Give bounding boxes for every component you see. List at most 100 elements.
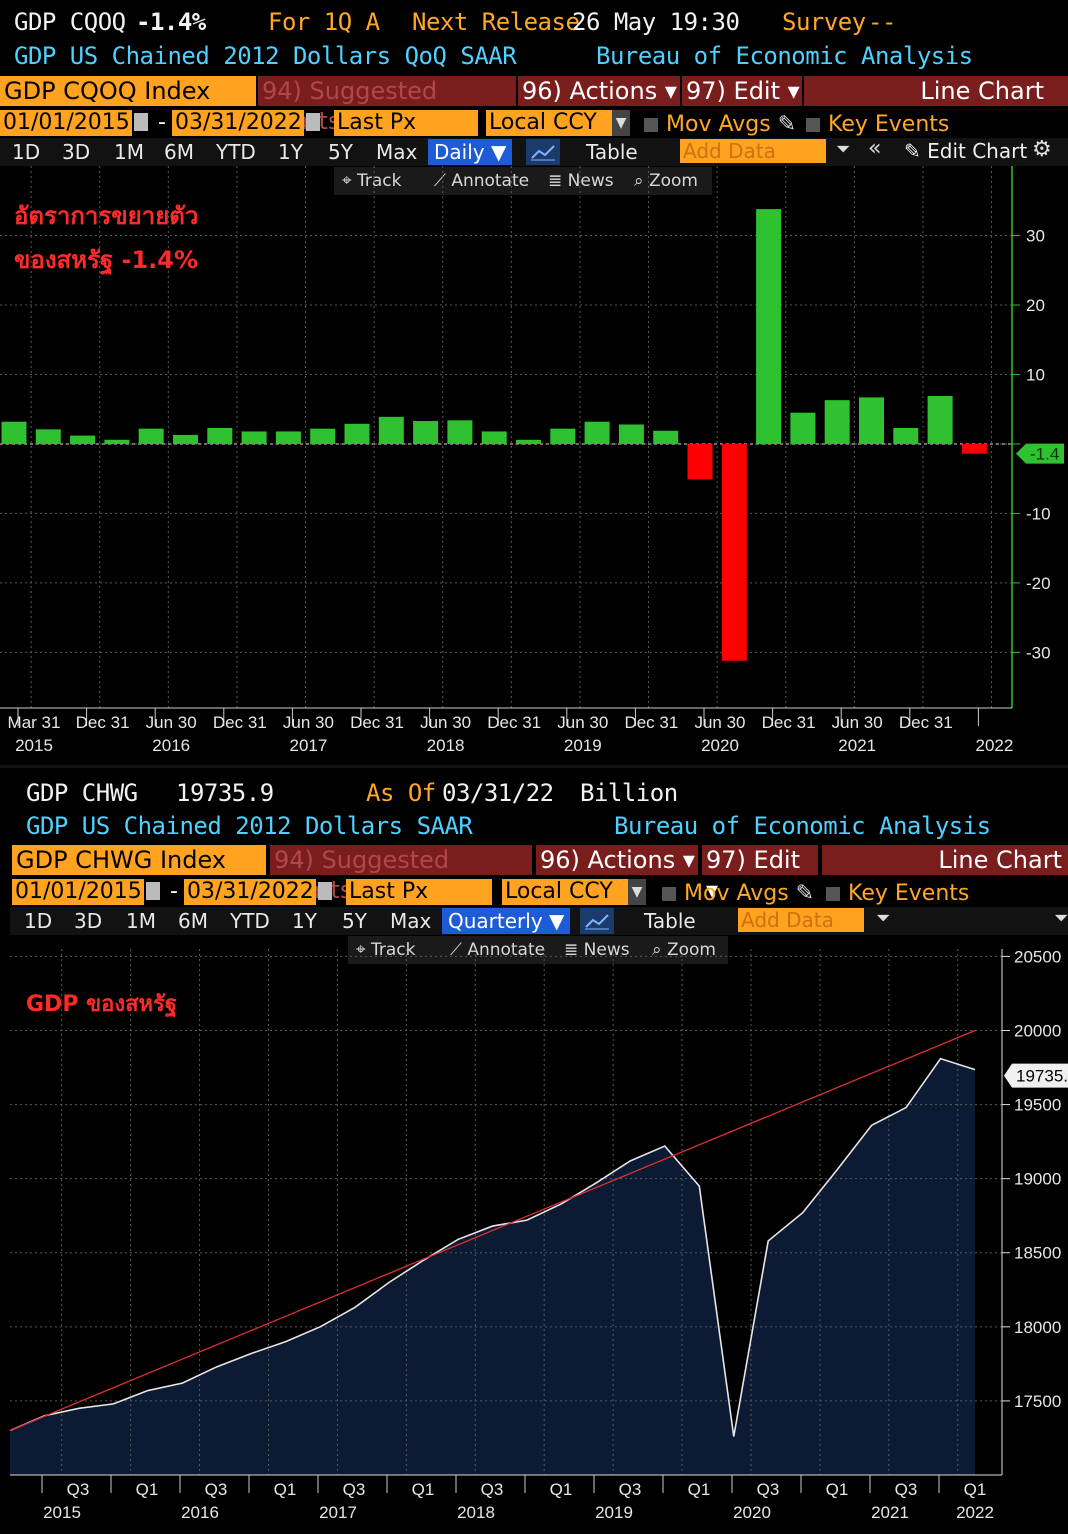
x-tick-year: 2022 <box>975 736 1013 755</box>
x-tick-label: Q3 <box>619 1480 642 1499</box>
timeframe-3d[interactable]: 3D <box>62 139 90 165</box>
annotation-line-2: ของสหรัฐ -1.4% <box>14 246 199 274</box>
checkbox-icon[interactable] <box>644 118 658 132</box>
y-tick-label: 19500 <box>1014 1096 1061 1115</box>
currency-select[interactable]: Local CCY <box>502 879 628 905</box>
calendar-icon[interactable] <box>134 113 148 131</box>
key-events-label: Key Events <box>828 112 950 137</box>
edit-menu[interactable]: 97) Edit ▾ <box>682 76 802 106</box>
security-input[interactable]: GDP CQOQ Index <box>0 76 256 106</box>
last-value-tag-label: -1.4 <box>1030 445 1059 464</box>
chart-panel-qoq: GDP CQOQ -1.4% For 1Q A Next Release 26 … <box>0 0 1068 765</box>
table-button[interactable]: Table <box>644 908 696 934</box>
collapse-icon[interactable]: « <box>868 136 881 161</box>
calendar-icon[interactable] <box>306 113 320 131</box>
bar <box>138 428 164 444</box>
x-tick-label: Q1 <box>688 1480 711 1499</box>
pencil-icon[interactable]: ✎ <box>796 881 814 906</box>
x-tick-label: Q3 <box>343 1480 366 1499</box>
x-tick-label: Q1 <box>550 1480 573 1499</box>
frequency-select[interactable]: Quarterly ▼ <box>442 908 571 934</box>
bar <box>516 439 541 444</box>
as-of-value: 03/31/22 <box>442 779 554 807</box>
add-data-input[interactable]: Add Data <box>680 139 826 163</box>
timeframe-1d[interactable]: 1D <box>12 139 40 165</box>
bar <box>584 421 610 444</box>
calendar-icon[interactable] <box>146 882 160 900</box>
chevron-down-icon[interactable]: ▼ <box>628 879 646 905</box>
suggested-charts-button[interactable]: 94) Suggested Charts <box>258 76 516 135</box>
filter-icon[interactable]: ⏷ <box>1054 908 1068 929</box>
ticker: GDP CQOQ <box>14 8 126 36</box>
x-tick-year: 2021 <box>838 736 876 755</box>
key-events-toggle[interactable]: Key Events <box>826 881 969 906</box>
mov-avgs-toggle[interactable]: Mov Avgs ✎ <box>662 881 814 906</box>
chart-type-button[interactable]: Line Chart <box>822 845 1068 875</box>
chevron-down-icon[interactable]: ▼ <box>612 110 630 136</box>
y-tick-label: 17500 <box>1014 1392 1061 1411</box>
bar <box>70 435 96 444</box>
timeframe-5y[interactable]: 5Y <box>328 139 353 165</box>
next-release-label: Next Release <box>412 8 580 36</box>
calendar-icon[interactable] <box>318 882 332 900</box>
timeframe-1m[interactable]: 1M <box>114 139 144 165</box>
add-data-input[interactable]: Add Data <box>738 908 864 932</box>
actions-menu[interactable]: 96) Actions ▾ <box>518 76 680 106</box>
end-date-input[interactable]: 03/31/2022 <box>172 110 304 136</box>
edit-menu[interactable]: 97) Edit ▾ <box>702 845 818 904</box>
next-release-value: 26 May 19:30 <box>572 8 740 36</box>
bar <box>653 430 679 444</box>
timeframe-5y[interactable]: 5Y <box>342 908 367 934</box>
x-tick-year: 2017 <box>289 736 327 755</box>
checkbox-icon[interactable] <box>806 118 820 132</box>
table-button[interactable]: Table <box>586 139 638 165</box>
actions-menu[interactable]: 96) Actions ▾ <box>536 845 698 875</box>
annotation-label: GDP ของสหรัฐ <box>26 992 177 1017</box>
timeframe-6m[interactable]: 6M <box>164 139 194 165</box>
timeframe-1y[interactable]: 1Y <box>292 908 317 934</box>
timeframe-6m[interactable]: 6M <box>178 908 208 934</box>
timeframe-1m[interactable]: 1M <box>126 908 156 934</box>
x-tick-label: Q3 <box>205 1480 228 1499</box>
x-tick-year: 2021 <box>871 1503 909 1522</box>
field-select[interactable]: Last Px <box>346 879 492 905</box>
start-date-input[interactable]: 01/01/2015 <box>0 110 132 136</box>
suggested-charts-button[interactable]: 94) Suggested Charts <box>270 845 532 904</box>
currency-select[interactable]: Local CCY <box>486 110 612 136</box>
filter-icon[interactable]: ⏷ <box>836 139 850 160</box>
checkbox-icon[interactable] <box>826 887 840 901</box>
x-tick-year: 2017 <box>319 1503 357 1522</box>
bar <box>756 209 782 444</box>
security-input[interactable]: GDP CHWG Index <box>12 845 266 875</box>
bar <box>207 427 233 444</box>
field-select[interactable]: Last Px <box>334 110 478 136</box>
end-date-input[interactable]: 03/31/2022 <box>184 879 316 905</box>
timeframe-1d[interactable]: 1D <box>24 908 52 934</box>
timeframe-max[interactable]: Max <box>390 908 431 934</box>
timeframe-3d[interactable]: 3D <box>74 908 102 934</box>
last-value: 19735.9 <box>176 779 274 807</box>
chart-type-button[interactable]: Line Chart <box>804 76 1068 106</box>
x-tick-year: 2019 <box>564 736 602 755</box>
bar <box>344 423 370 444</box>
edit-chart-button[interactable]: ✎ Edit Chart <box>904 139 1027 163</box>
key-events-toggle[interactable]: Key Events <box>806 112 949 137</box>
x-tick-year: 2022 <box>956 1503 994 1522</box>
timeframe-1y[interactable]: 1Y <box>278 139 303 165</box>
frequency-select[interactable]: Daily ▼ <box>428 139 513 165</box>
timeframe-max[interactable]: Max <box>376 139 417 165</box>
start-date-input[interactable]: 01/01/2015 <box>12 879 144 905</box>
y-tick-label: 20 <box>1026 296 1045 315</box>
filter-icon[interactable]: ⏷ <box>876 908 890 929</box>
timeframe-ytd[interactable]: YTD <box>230 908 270 934</box>
line-chart-icon[interactable] <box>580 908 614 934</box>
mov-avgs-toggle[interactable]: Mov Avgs ✎ <box>644 112 796 137</box>
last-value-tag-label: 19735. <box>1016 1067 1068 1086</box>
pencil-icon[interactable]: ✎ <box>778 112 796 137</box>
x-tick-label: Dec 31 <box>350 713 404 732</box>
checkbox-icon[interactable] <box>662 887 676 901</box>
bar <box>790 412 816 444</box>
timeframe-ytd[interactable]: YTD <box>216 139 256 165</box>
gear-icon[interactable]: ⚙ <box>1032 137 1052 162</box>
line-chart-icon[interactable] <box>526 139 560 165</box>
